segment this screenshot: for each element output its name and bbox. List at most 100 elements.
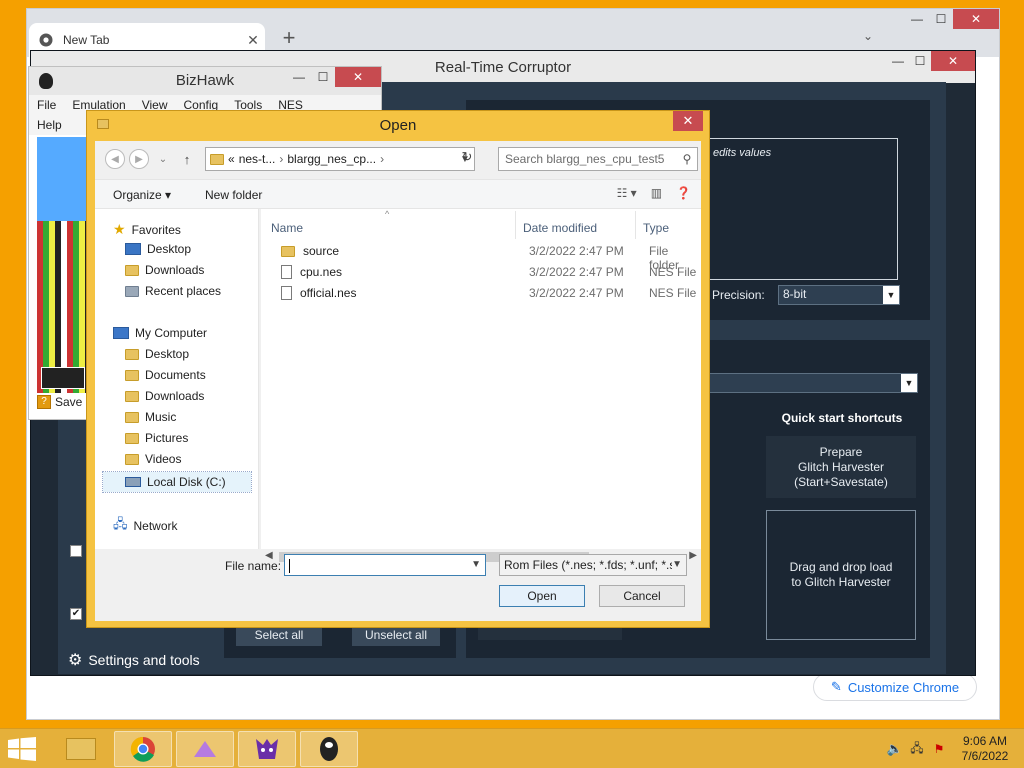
nav-local-disk[interactable]: Local Disk (C:) [102, 471, 252, 493]
nav-pc-pictures[interactable]: Pictures [125, 431, 188, 445]
customize-chrome-button[interactable]: ✎ Customize Chrome [813, 673, 977, 701]
nav-network[interactable]: 🖧 Network [113, 515, 178, 537]
quick-start-label: Quick start shortcuts [781, 411, 903, 425]
minimize-icon[interactable]: — [887, 51, 909, 71]
nav-my-computer[interactable]: My Computer [113, 326, 207, 340]
organize-label: Organize [113, 188, 162, 202]
tab-search-icon[interactable]: ⌄ [863, 29, 873, 43]
file-icon [281, 265, 292, 279]
nav-label: Local Disk (C:) [147, 475, 226, 489]
emulator-screen[interactable] [37, 137, 89, 393]
nav-pc-documents[interactable]: Documents [125, 368, 206, 382]
nav-pc-desktop[interactable]: Desktop [125, 347, 189, 361]
checkbox-checked[interactable]: ✔ [70, 608, 82, 620]
bizhawk-taskbar-icon[interactable] [300, 731, 358, 767]
file-name-input[interactable]: ▼ [284, 554, 486, 576]
up-icon[interactable]: ↑ [177, 149, 197, 169]
file-row-cpu-nes[interactable]: cpu.nes 3/2/2022 2:47 PM NES File [271, 262, 701, 282]
minimize-icon[interactable]: — [287, 67, 311, 87]
tab-close-icon[interactable]: ✕ [241, 32, 265, 49]
volume-muted-icon[interactable]: 🔈 [884, 741, 906, 757]
nav-arrows: ◀ ▶ ⌄ ↑ [105, 149, 197, 169]
close-icon[interactable]: ✕ [673, 111, 703, 131]
checkbox[interactable] [70, 545, 82, 557]
folder-icon [281, 245, 295, 257]
rtc-window-controls: — ☐ ✕ [887, 51, 975, 71]
open-button[interactable]: Open [499, 585, 585, 607]
customize-label: Customize Chrome [847, 679, 960, 695]
file-row-official-nes[interactable]: official.nes 3/2/2022 2:47 PM NES File [271, 283, 701, 303]
column-name[interactable]: Name [271, 221, 303, 235]
column-type[interactable]: Type [643, 221, 669, 235]
maximize-icon[interactable]: ☐ [909, 51, 931, 71]
action-center-icon[interactable]: ⚑ [928, 742, 950, 756]
settings-and-tools-button[interactable]: ⚙ Settings and tools [68, 650, 200, 670]
path-part-2[interactable]: blargg_nes_cp... [287, 152, 376, 166]
target-select[interactable]: ▼ [706, 373, 918, 393]
forward-icon[interactable]: ▶ [129, 149, 149, 169]
file-date: 3/2/2022 2:47 PM [529, 286, 624, 300]
maximize-icon[interactable]: ☐ [311, 67, 335, 87]
recent-places-icon [125, 285, 139, 297]
file-type: NES File [649, 286, 697, 300]
file-list: ^ Name Date modified Type source 3/2/202… [261, 209, 701, 549]
drag-drop-zone[interactable]: Drag and drop load to Glitch Harvester [766, 510, 916, 640]
file-explorer-icon[interactable] [52, 731, 110, 767]
chevron-down-icon[interactable]: ▼ [471, 555, 481, 575]
recent-dropdown-icon[interactable]: ⌄ [153, 149, 173, 169]
view-options-icon[interactable]: ☷ ▾ [617, 186, 637, 200]
column-divider [635, 211, 636, 239]
computer-icon [113, 327, 129, 339]
chevron-right-icon: › [380, 152, 385, 166]
prepare-glitch-harvester-button[interactable]: Prepare Glitch Harvester (Start+Savestat… [766, 436, 916, 498]
folder-icon [210, 153, 224, 165]
chrome-taskbar-icon[interactable] [114, 731, 172, 767]
help-icon[interactable]: ❓ [676, 186, 691, 200]
nav-fav-desktop[interactable]: Desktop [125, 242, 191, 256]
pencil-icon: ✎ [830, 679, 842, 694]
search-input[interactable]: Search blargg_nes_cpu_test5 ⚲ [498, 147, 698, 171]
menu-help[interactable]: Help [29, 115, 70, 135]
taskbar: 🔈 🖧 ⚑ 9:06 AM 7/6/2022 [0, 728, 1024, 768]
precision-select[interactable]: 8-bit ▼ [778, 285, 900, 305]
cancel-button[interactable]: Cancel [599, 585, 685, 607]
column-date-modified[interactable]: Date modified [523, 221, 597, 235]
nav-pc-videos[interactable]: Videos [125, 452, 181, 466]
file-row-source[interactable]: source 3/2/2022 2:47 PM File folder [271, 241, 701, 272]
maximize-icon[interactable]: ☐ [929, 9, 953, 29]
nav-pc-music[interactable]: Music [125, 410, 176, 424]
back-icon[interactable]: ◀ [105, 149, 125, 169]
edits-text: edits values [713, 147, 772, 159]
nav-favorites-label: Favorites [131, 222, 181, 237]
preview-pane-icon[interactable]: ▥ [651, 186, 662, 200]
dialog-title: Open [379, 117, 417, 134]
network-status-icon[interactable]: 🖧 [906, 739, 928, 760]
nav-label: Downloads [145, 263, 205, 277]
close-icon[interactable]: ✕ [335, 67, 381, 87]
windows-start-icon[interactable] [8, 737, 38, 763]
file-type-select[interactable]: Rom Files (*.nes; *.fds; *.unf; *.s ▼ [499, 554, 687, 576]
bizhawk-statusbar: ? Save [37, 395, 82, 409]
address-bar[interactable]: « nes-t... › blargg_nes_cp... › ▼ [205, 147, 475, 171]
precision-label: e Precision: [702, 288, 765, 302]
new-tab-icon[interactable]: + [277, 27, 301, 49]
app-taskbar-icon[interactable] [176, 731, 234, 767]
bizhawk-window-controls: — ☐ ✕ [287, 67, 381, 87]
refresh-icon[interactable]: ↻ [457, 149, 477, 169]
scroll-right-icon[interactable]: ▶ [689, 550, 697, 561]
nav-favorites[interactable]: ★ Favorites [113, 221, 181, 238]
nav-fav-recent-places[interactable]: Recent places [125, 284, 221, 298]
close-icon[interactable]: ✕ [953, 9, 999, 29]
new-folder-button[interactable]: New folder [205, 188, 262, 202]
organize-button[interactable]: Organize ▾ [113, 188, 171, 202]
nav-fav-downloads[interactable]: Downloads [125, 263, 204, 277]
clock[interactable]: 9:06 AM 7/6/2022 [950, 734, 1020, 764]
minimize-icon[interactable]: — [905, 9, 929, 29]
close-icon[interactable]: ✕ [931, 51, 975, 71]
nav-pc-downloads[interactable]: Downloads [125, 389, 204, 403]
path-part-1[interactable]: nes-t... [239, 152, 276, 166]
menu-file[interactable]: File [29, 95, 64, 115]
rtc-taskbar-icon[interactable] [238, 731, 296, 767]
search-placeholder: Search blargg_nes_cpu_test5 [505, 152, 665, 166]
nav-label: Downloads [145, 389, 205, 403]
